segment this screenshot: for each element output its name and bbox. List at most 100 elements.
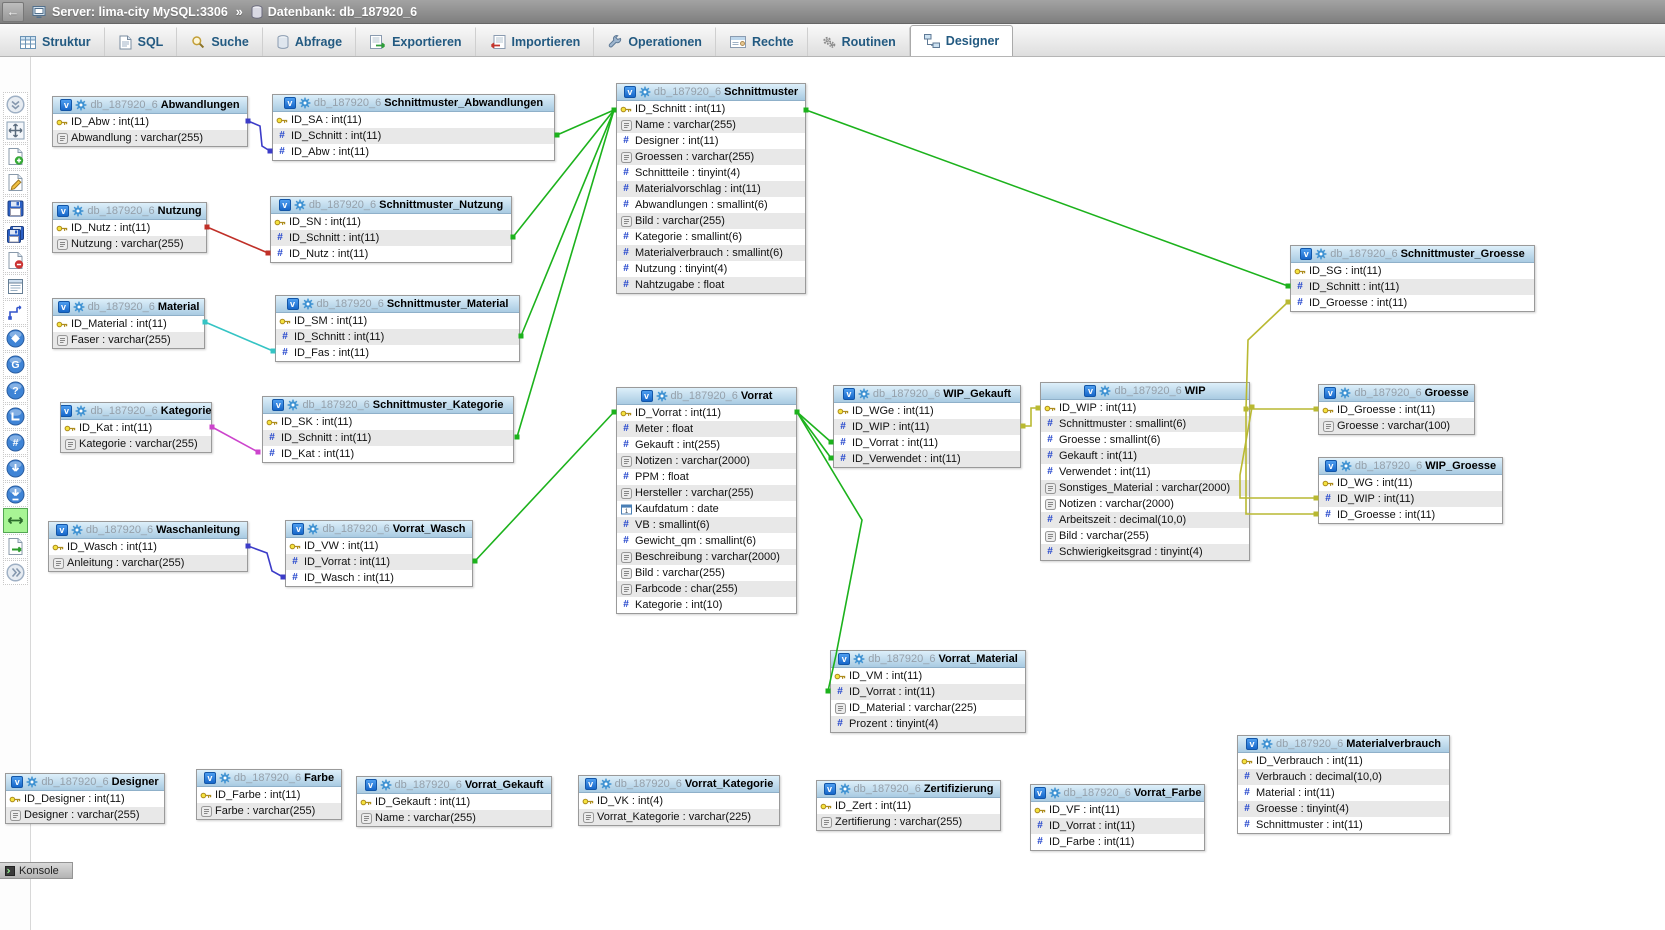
table-options-gear-icon[interactable]: [72, 205, 84, 217]
column-row[interactable]: ID_Abw : int(11): [53, 114, 247, 130]
pan-icon[interactable]: [3, 508, 28, 533]
column-row[interactable]: #Gekauft : int(255): [617, 437, 796, 453]
table-schnittmuster_material[interactable]: vdb_187920_6Schnittmuster_MaterialID_SM …: [275, 295, 520, 362]
table-options-gear-icon[interactable]: [600, 778, 612, 790]
tab-routinen[interactable]: Routinen: [808, 27, 910, 56]
table-header[interactable]: vdb_187920_6Vorrat_Kategorie: [579, 776, 779, 793]
column-row[interactable]: #Groesse : tinyint(4): [1238, 801, 1449, 817]
table-schnittmuster_abwandlungen[interactable]: vdb_187920_6Schnittmuster_AbwandlungenID…: [272, 94, 555, 161]
column-row[interactable]: #ID_Groesse : int(11): [1319, 507, 1502, 523]
toggle-columns-icon[interactable]: v: [585, 778, 597, 790]
column-row[interactable]: ID_VM : int(11): [831, 668, 1025, 684]
toggle-columns-icon[interactable]: v: [60, 99, 72, 111]
toggle-columns-icon[interactable]: v: [365, 779, 377, 791]
column-row[interactable]: ID_Wasch : int(11): [49, 539, 247, 555]
column-row[interactable]: #ID_Verwendet : int(11): [834, 451, 1020, 467]
table-header[interactable]: vdb_187920_6WIP_Gekauft: [834, 386, 1020, 403]
tab-sql[interactable]: SQL: [105, 27, 178, 56]
table-wip[interactable]: vdb_187920_6WIPID_WIP : int(11)#Schnittm…: [1040, 382, 1250, 561]
column-row[interactable]: ID_VW : int(11): [286, 538, 472, 554]
back-button[interactable]: ←: [2, 2, 24, 22]
column-row[interactable]: ID_SG : int(11): [1291, 263, 1534, 279]
column-row[interactable]: #Gewicht_qm : smallint(6): [617, 533, 796, 549]
column-row[interactable]: ID_WIP : int(11): [1041, 400, 1249, 416]
column-row[interactable]: #Material : int(11): [1238, 785, 1449, 801]
table-vorrat_kategorie[interactable]: vdb_187920_6Vorrat_KategorieID_VK : int(…: [578, 775, 780, 826]
table-options-gear-icon[interactable]: [1261, 738, 1273, 750]
table-vorrat[interactable]: vdb_187920_6VorratID_Vorrat : int(11)#Me…: [616, 387, 797, 614]
column-row[interactable]: #ID_Vorrat : int(11): [831, 684, 1025, 700]
column-row[interactable]: #ID_Schnitt : int(11): [1291, 279, 1534, 295]
table-header[interactable]: vdb_187920_6Schnittmuster_Nutzung: [271, 197, 511, 214]
table-options-gear-icon[interactable]: [75, 405, 87, 417]
table-header[interactable]: vdb_187920_6Vorrat_Wasch: [286, 521, 472, 538]
tab-struktur[interactable]: Struktur: [6, 27, 105, 56]
column-row[interactable]: Bild : varchar(255): [1041, 528, 1249, 544]
column-row[interactable]: Bild : varchar(255): [617, 213, 805, 229]
table-materialverbrauch[interactable]: vdb_187920_6MaterialverbrauchID_Verbrauc…: [1237, 735, 1450, 834]
toggle-columns-icon[interactable]: v: [57, 205, 69, 217]
table-header[interactable]: vdb_187920_6Waschanleitung: [49, 522, 247, 539]
table-header[interactable]: vdb_187920_6Vorrat_Material: [831, 651, 1025, 668]
arrow-down-icon[interactable]: [3, 456, 28, 481]
column-row[interactable]: #ID_Schnitt : int(11): [276, 329, 519, 345]
column-row[interactable]: Groessen : varchar(255): [617, 149, 805, 165]
column-row[interactable]: Bild : varchar(255): [617, 565, 796, 581]
table-header[interactable]: vdb_187920_6Materialverbrauch: [1238, 736, 1449, 753]
database-label[interactable]: Datenbank: db_187920_6: [268, 5, 417, 19]
column-row[interactable]: ID_Schnitt : int(11): [617, 101, 805, 117]
column-row[interactable]: #Verwendet : int(11): [1041, 464, 1249, 480]
column-row[interactable]: Zertifierung : varchar(255): [817, 814, 1000, 830]
toggle-columns-icon[interactable]: v: [624, 86, 636, 98]
column-row[interactable]: Nutzung : varchar(255): [53, 236, 206, 252]
toggle-columns-icon[interactable]: v: [1246, 738, 1258, 750]
table-wip_gekauft[interactable]: vdb_187920_6WIP_GekauftID_WGe : int(11) #…: [833, 385, 1021, 468]
table-vorrat_gekauft[interactable]: vdb_187920_6Vorrat_GekauftID_Gekauft : i…: [356, 776, 552, 827]
table-wip_groesse[interactable]: vdb_187920_6WIP_GroesseID_WG : int(11)#I…: [1318, 457, 1503, 524]
column-row[interactable]: Farbcode : char(255): [617, 581, 796, 597]
column-row[interactable]: Anleitung : varchar(255): [49, 555, 247, 571]
table-header[interactable]: vdb_187920_6Vorrat: [617, 388, 796, 405]
table-header[interactable]: vdb_187920_6Material: [53, 299, 204, 316]
toggle-columns-icon[interactable]: v: [1325, 460, 1337, 472]
column-row[interactable]: #Materialvorschlag : int(11): [617, 181, 805, 197]
table-options-gear-icon[interactable]: [858, 388, 870, 400]
column-row[interactable]: #Schnittmuster : int(11): [1238, 817, 1449, 833]
table-options-gear-icon[interactable]: [287, 399, 299, 411]
column-row[interactable]: #Meter : float: [617, 421, 796, 437]
column-row[interactable]: #ID_Nutz : int(11): [271, 246, 511, 262]
table-options-gear-icon[interactable]: [75, 99, 87, 111]
column-row[interactable]: #ID_Schnitt : int(11): [263, 430, 513, 446]
column-row[interactable]: #Schnittteile : tinyint(4): [617, 165, 805, 181]
column-row[interactable]: Designer : varchar(255): [6, 807, 164, 823]
column-row[interactable]: ID_SK : int(11): [263, 414, 513, 430]
column-row[interactable]: #Schwierigkeitsgrad : tinyint(4): [1041, 544, 1249, 560]
table-header[interactable]: vdb_187920_6Nutzung: [53, 203, 206, 220]
save-icon[interactable]: [3, 196, 28, 221]
table-header[interactable]: vdb_187920_6Groesse: [1319, 385, 1474, 402]
table-farbe[interactable]: vdb_187920_6FarbeID_Farbe : int(11)Farbe…: [196, 769, 342, 820]
help-icon[interactable]: ?: [3, 378, 28, 403]
column-row[interactable]: Faser : varchar(255): [53, 332, 204, 348]
column-row[interactable]: #Designer : int(11): [617, 133, 805, 149]
table-header[interactable]: vdb_187920_6Schnittmuster_Kategorie: [263, 397, 513, 414]
toggle-columns-icon[interactable]: v: [279, 199, 291, 211]
add-table-icon[interactable]: [3, 144, 28, 169]
toggle-columns-icon[interactable]: v: [843, 388, 855, 400]
table-header[interactable]: vdb_187920_6Vorrat_Farbe: [1031, 785, 1204, 802]
table-options-gear-icon[interactable]: [853, 653, 865, 665]
table-options-gear-icon[interactable]: [639, 86, 651, 98]
column-row[interactable]: Hersteller : varchar(255): [617, 485, 796, 501]
delete-table-icon[interactable]: [3, 248, 28, 273]
column-row[interactable]: #ID_Abw : int(11): [273, 144, 554, 160]
column-row[interactable]: ID_Designer : int(11): [6, 791, 164, 807]
column-row[interactable]: #Verbrauch : decimal(10,0): [1238, 769, 1449, 785]
tab-rechte[interactable]: Rechte: [716, 27, 808, 56]
column-row[interactable]: ID_WGe : int(11): [834, 403, 1020, 419]
column-row[interactable]: ID_Zert : int(11): [817, 798, 1000, 814]
tab-suche[interactable]: Suche: [177, 27, 263, 56]
table-header[interactable]: vdb_187920_6Vorrat_Gekauft: [357, 777, 551, 794]
column-row[interactable]: #ID_Vorrat : int(11): [834, 435, 1020, 451]
toggle-columns-icon[interactable]: v: [61, 405, 72, 417]
column-row[interactable]: #Nahtzugabe : float: [617, 277, 805, 293]
